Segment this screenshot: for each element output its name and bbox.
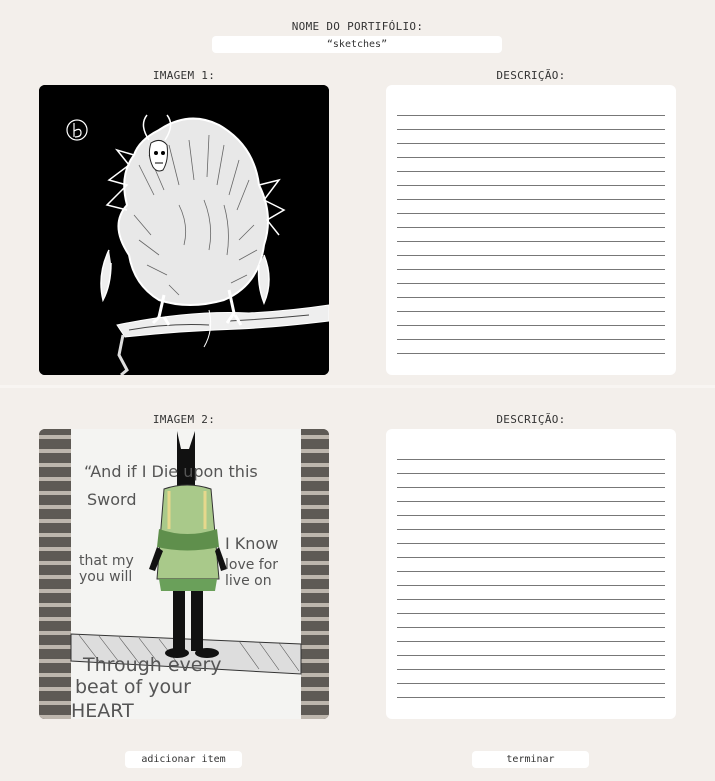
poster-text-line7: live on — [225, 573, 272, 589]
description-1-area[interactable] — [386, 85, 676, 375]
poster-text-line10: HEART — [71, 700, 134, 719]
poster-text-line3: I Know — [225, 534, 278, 553]
poster-text-line1: “And if I Die upon this — [84, 462, 258, 481]
finish-button[interactable]: terminar — [472, 751, 589, 768]
poster-text-line2: Sword — [87, 490, 136, 509]
portfolio-name-label: NOME DO PORTIFÓLIO: — [291, 20, 424, 33]
add-item-button[interactable]: adicionar item — [125, 751, 242, 768]
image-1-creature-sketch[interactable] — [39, 85, 329, 375]
image-1-label: IMAGEM 1: — [152, 69, 216, 82]
image-2-label: IMAGEM 2: — [152, 413, 216, 426]
creature-sketch-illustration — [39, 85, 329, 375]
poster-text-line5: love for — [225, 557, 278, 573]
description-2-label: DESCRIÇÃO: — [496, 413, 566, 426]
description-1-label: DESCRIÇÃO: — [496, 69, 566, 82]
poster-text-line8: Through every — [82, 654, 222, 676]
poster-text-line9: beat of your — [75, 676, 191, 698]
poster-text-line6: you will — [79, 569, 132, 585]
description-2-area[interactable] — [386, 429, 676, 719]
portfolio-name-input[interactable] — [212, 36, 502, 53]
section-divider — [0, 385, 715, 388]
poster-sketch-illustration: “And if I Die upon this Sword I Know tha… — [39, 429, 329, 719]
poster-text-line4: that my — [79, 553, 134, 569]
image-2-poster-sketch[interactable]: “And if I Die upon this Sword I Know tha… — [39, 429, 329, 719]
